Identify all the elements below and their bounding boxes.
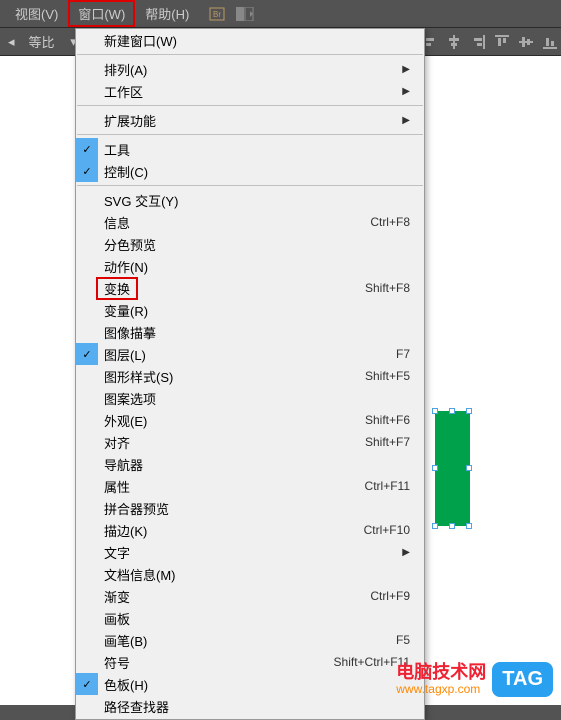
window-menu: 新建窗口(W) 排列(A)▶ 工作区▶ 扩展功能▶ ✓工具 ✓控制(C) SVG… [75,28,425,720]
selection-handle[interactable] [466,523,472,529]
checkmark-icon: ✓ [76,673,98,695]
selection-handle[interactable] [432,408,438,414]
align-vcenter-icon[interactable] [515,31,537,53]
selection-handle[interactable] [449,523,455,529]
menu-extensions[interactable]: 扩展功能▶ [76,109,424,131]
menu-tools[interactable]: ✓工具 [76,138,424,160]
selection-handle[interactable] [432,523,438,529]
menu-attributes[interactable]: 属性Ctrl+F11 [76,475,424,497]
watermark-url: www.tagxp.com [396,682,486,696]
watermark-tag: TAG [492,662,553,697]
selected-rectangle[interactable] [435,411,470,526]
menu-view[interactable]: 视图(V) [5,0,68,27]
menu-shortcut: Ctrl+F10 [364,523,410,537]
align-right-icon[interactable] [467,31,489,53]
menubar: 视图(V) 窗口(W) 帮助(H) Br [0,0,561,28]
chevron-right-icon: ▶ [402,86,410,97]
menu-svg-interact[interactable]: SVG 交互(Y) [76,189,424,211]
menu-separation-preview[interactable]: 分色预览 [76,233,424,255]
menu-transform[interactable]: 变换Shift+F8 [76,277,424,299]
watermark: 电脑技术网 www.tagxp.com TAG [396,662,553,697]
menu-layers[interactable]: ✓图层(L)F7 [76,343,424,365]
menu-doc-info[interactable]: 文档信息(M) [76,563,424,585]
checkmark-icon: ✓ [76,138,98,160]
menu-separator [77,54,423,55]
arrange-docs-icon[interactable] [235,4,255,24]
menu-stroke[interactable]: 描边(K)Ctrl+F10 [76,519,424,541]
selection-handle[interactable] [449,408,455,414]
menu-align[interactable]: 对齐Shift+F7 [76,431,424,453]
selection-handle[interactable] [466,465,472,471]
align-hcenter-icon[interactable] [443,31,465,53]
menu-shortcut: Ctrl+F9 [370,589,410,603]
toolbar-dropdown-prefix: ◂ [2,32,21,52]
chevron-right-icon: ▶ [402,64,410,75]
menu-truncated[interactable]: 路径查找器 [76,695,424,717]
svg-text:Br: Br [213,10,221,19]
chevron-right-icon: ▶ [402,547,410,558]
chevron-right-icon: ▶ [402,115,410,126]
menu-shortcut: Shift+F8 [365,281,410,295]
menu-shortcut: Ctrl+F11 [365,479,410,493]
menu-control[interactable]: ✓控制(C) [76,160,424,182]
menu-navigator[interactable]: 导航器 [76,453,424,475]
menu-variables[interactable]: 变量(R) [76,299,424,321]
menu-shortcut: Shift+F6 [365,413,410,427]
watermark-text: 电脑技术网 [396,663,486,683]
menu-new-window[interactable]: 新建窗口(W) [76,29,424,51]
menu-help[interactable]: 帮助(H) [135,0,199,27]
menu-appearance[interactable]: 外观(E)Shift+F6 [76,409,424,431]
menu-info[interactable]: 信息Ctrl+F8 [76,211,424,233]
toolbar-proportional-label[interactable]: 等比 [23,30,61,53]
checkmark-icon: ✓ [76,160,98,182]
menu-swatches[interactable]: ✓色板(H) [76,673,424,695]
menu-brushes[interactable]: 画笔(B)F5 [76,629,424,651]
menu-gradient[interactable]: 渐变Ctrl+F9 [76,585,424,607]
selection-handle[interactable] [432,465,438,471]
menu-artboards[interactable]: 画板 [76,607,424,629]
align-top-icon[interactable] [491,31,513,53]
menu-shortcut: F5 [396,633,410,647]
checkmark-icon: ✓ [76,343,98,365]
align-bottom-icon[interactable] [539,31,561,53]
menu-graphic-styles[interactable]: 图形样式(S)Shift+F5 [76,365,424,387]
menu-separator [77,185,423,186]
menu-shortcut: Ctrl+F8 [370,215,410,229]
menu-image-trace[interactable]: 图像描摹 [76,321,424,343]
menu-shortcut: Shift+F7 [365,435,410,449]
menu-actions[interactable]: 动作(N) [76,255,424,277]
selection-handle[interactable] [466,408,472,414]
menu-arrange[interactable]: 排列(A)▶ [76,58,424,80]
menu-separator [77,105,423,106]
menu-window[interactable]: 窗口(W) [68,0,135,27]
menu-shortcut: F7 [396,347,410,361]
menu-symbols[interactable]: 符号Shift+Ctrl+F11 [76,651,424,673]
menu-separator [77,134,423,135]
menu-text[interactable]: 文字▶ [76,541,424,563]
bridge-icon[interactable]: Br [207,4,227,24]
menu-flattener-preview[interactable]: 拼合器预览 [76,497,424,519]
menu-workspace[interactable]: 工作区▶ [76,80,424,102]
menu-pattern-options[interactable]: 图案选项 [76,387,424,409]
menu-shortcut: Shift+F5 [365,369,410,383]
